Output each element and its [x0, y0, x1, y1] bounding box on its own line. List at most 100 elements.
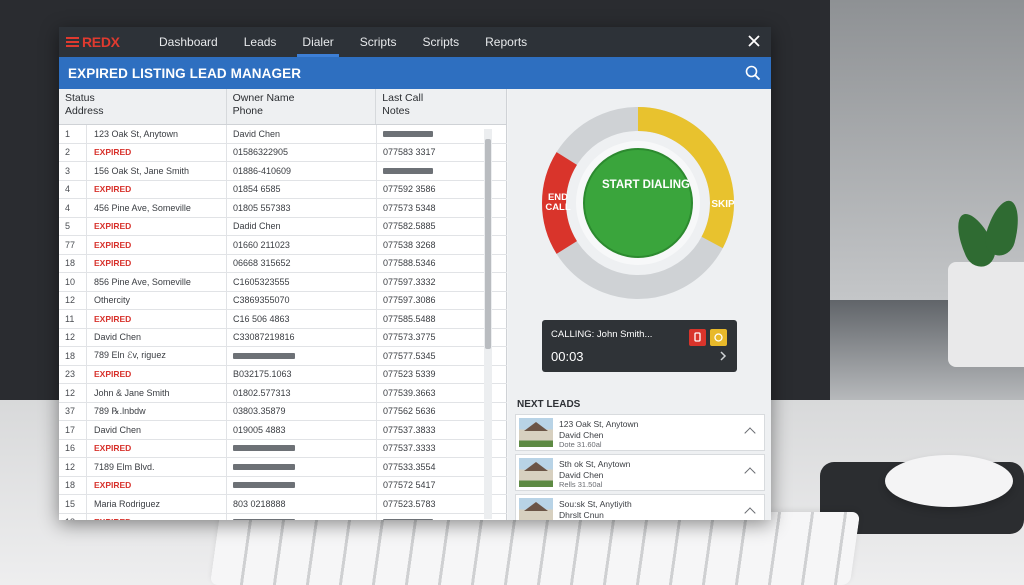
last-call-cell: 077538 3268: [383, 239, 436, 250]
last-call-cell: 077597.3086: [383, 295, 436, 306]
table-row[interactable]: 77 EXPIRED 01660 211023 077538 3268: [59, 236, 507, 255]
owner-phone-cell: 803 0218888: [227, 495, 377, 513]
chevron-up-icon[interactable]: [744, 507, 756, 519]
nav-reports[interactable]: Reports: [472, 27, 540, 57]
row-number: 16: [59, 439, 87, 457]
redacted-value: [233, 445, 295, 452]
column-header-status-address[interactable]: Status Address: [59, 89, 227, 124]
row-number: 4: [59, 199, 87, 217]
address-cell: John & Jane Smith: [87, 384, 227, 402]
address-cell: 856 Pine Ave, Someville: [87, 273, 227, 291]
last-call-cell: 077592 3586: [383, 184, 436, 195]
last-call-cell: 077573 5348: [383, 202, 436, 213]
row-number: 2: [59, 143, 87, 161]
row-number: 18: [59, 254, 87, 272]
table-row[interactable]: 2 EXPIRED 01586322905 077583 3317: [59, 143, 507, 162]
redacted-value: [233, 519, 295, 520]
table-row[interactable]: 18EXPIRED: [59, 513, 507, 520]
nav-leads[interactable]: Leads: [231, 27, 290, 57]
status-expired: EXPIRED: [87, 439, 227, 457]
nav-scripts-2[interactable]: Scripts: [409, 27, 472, 57]
table-row[interactable]: 12 Othercity C3869355070 077597.3086: [59, 291, 507, 310]
table-row[interactable]: 12 John & Jane Smith 01802.577313 077539.36…: [59, 384, 507, 403]
leads-table: Status Address Owner Name Phone Last Cal…: [59, 89, 507, 520]
last-call-cell: [377, 514, 487, 520]
row-number: 12: [59, 291, 87, 309]
app-logo[interactable]: REDX: [66, 34, 146, 50]
row-number: 11: [59, 310, 87, 328]
table-row[interactable]: 12 David Chen C33087219816 077573.3775: [59, 328, 507, 347]
search-icon[interactable]: [745, 65, 761, 81]
last-call-cell: 077597.3332: [383, 276, 436, 287]
table-scrollbar[interactable]: [484, 129, 492, 519]
row-number: 4: [59, 180, 87, 198]
lead-address: Sou:sk St, Anytiyith: [559, 499, 632, 509]
table-row[interactable]: 17 David Chen 019005 4883 077537.3833: [59, 421, 507, 440]
last-call-cell: [377, 125, 487, 143]
chevron-right-icon[interactable]: [719, 350, 727, 364]
last-call-cell: 077523 5339: [383, 369, 436, 380]
last-call-cell: 077585.5488: [383, 313, 436, 324]
nav-dialer[interactable]: Dialer: [289, 27, 346, 57]
table-row[interactable]: 18 EXPIRED 06668 315652 077588.5346: [59, 254, 507, 273]
page-title: EXPIRED LISTING LEAD MANAGER: [68, 65, 302, 81]
calling-status-box: CALLING: John Smith... 00:03: [542, 320, 737, 372]
dialer-panel: START DIALING END CALL SKIP CALLING: Joh…: [508, 89, 771, 520]
table-row[interactable]: 15 Maria Rodriguez 803 0218888 077523.5783: [59, 495, 507, 514]
nav-dashboard[interactable]: Dashboard: [146, 27, 231, 57]
redacted-value: [233, 482, 295, 489]
lead-name: Dhrslt Cnun: [559, 510, 604, 520]
status-expired: EXPIRED: [87, 365, 227, 383]
pause-button[interactable]: [710, 329, 727, 346]
table-row[interactable]: 3 156 Oak St, Jane Smith 01886-410609: [59, 162, 507, 181]
table-row[interactable]: 10 856 Pine Ave, Someville C1605323555 0775…: [59, 273, 507, 292]
table-row[interactable]: 5 EXPIRED Dadid Chen 077582.5885: [59, 217, 507, 236]
table-row[interactable]: 12 7189 Elm Blvd. 077533.3554: [59, 458, 507, 477]
logo-text: REDX: [82, 34, 120, 50]
owner-phone-cell: Dadid Chen: [227, 217, 377, 235]
last-call-cell: 077588.5346: [383, 258, 436, 269]
nav-scripts[interactable]: Scripts: [347, 27, 410, 57]
owner-phone-cell: C3869355070: [227, 291, 377, 309]
next-lead-card[interactable]: Sou:sk St, Anytiyith Dhrslt Cnun: [515, 494, 765, 520]
phone-icon: [694, 332, 701, 342]
skip-label[interactable]: SKIP: [708, 199, 738, 210]
row-number: 17: [59, 421, 87, 439]
column-header-label: Owner Name: [232, 92, 295, 104]
table-row[interactable]: 4 EXPIRED 01854 6585 077592 3586: [59, 180, 507, 199]
table-row[interactable]: 23 EXPIRED B032175.1063 077523 5339: [59, 365, 507, 384]
table-row[interactable]: 18 789 Eln ℰv, riguez 077577.5345: [59, 347, 507, 366]
redacted-value: [233, 352, 295, 359]
status-expired: EXPIRED: [87, 476, 227, 494]
next-lead-card[interactable]: Sth ok St, Anytown David Chen Rells 31.5…: [515, 454, 765, 491]
chevron-up-icon[interactable]: [744, 427, 756, 439]
table-row[interactable]: 1 123 Oak St, Anytown David Chen: [59, 125, 507, 144]
table-row[interactable]: 4 456 Pine Ave, Someville 01805 557383 0775…: [59, 199, 507, 218]
next-leads-title: NEXT LEADS: [517, 399, 581, 410]
start-dialing-label[interactable]: START DIALING: [586, 179, 706, 191]
address-cell: 789 Eln ℰv, riguez: [87, 347, 227, 365]
table-row[interactable]: 16 EXPIRED 077537.3333: [59, 439, 507, 458]
close-icon[interactable]: [745, 33, 763, 51]
pause-icon: [714, 333, 723, 342]
row-number: 18: [59, 476, 87, 494]
hangup-button[interactable]: [689, 329, 706, 346]
table-row[interactable]: 18 EXPIRED 077572 5417: [59, 476, 507, 495]
last-call-cell: 077523.5783: [383, 498, 436, 509]
start-dialing-button[interactable]: [583, 148, 693, 258]
table-row[interactable]: 37 789 ℞.lnbdw 03803.35879 077562 5636: [59, 402, 507, 421]
lead-address: Sth ok St, Anytown: [559, 459, 631, 469]
table-row[interactable]: 11 EXPIRED C16 506 4863 077585.5488: [59, 310, 507, 329]
redacted-value: [383, 130, 433, 137]
owner-phone-cell: [227, 439, 377, 457]
column-header-lastcall-notes[interactable]: Last Call Notes: [376, 89, 506, 124]
next-lead-card[interactable]: 123 Oak St, Anytown David Chen Dote 31.6…: [515, 414, 765, 451]
chevron-up-icon[interactable]: [744, 467, 756, 479]
row-number: 12: [59, 328, 87, 346]
scrollbar-thumb[interactable]: [485, 139, 491, 349]
lead-address: 123 Oak St, Anytown: [559, 419, 639, 429]
row-number: 37: [59, 402, 87, 420]
column-header-label: Address: [65, 105, 104, 117]
end-call-label[interactable]: END CALL: [543, 193, 573, 213]
column-header-owner-phone[interactable]: Owner Name Phone: [227, 89, 377, 124]
